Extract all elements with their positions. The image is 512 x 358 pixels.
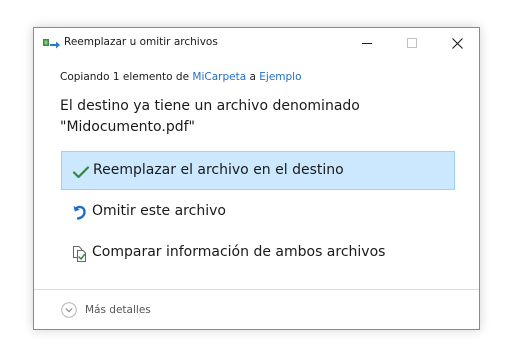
copy-status-prefix: Copiando 1 elemento de — [60, 71, 193, 83]
more-details-label: Más detalles — [85, 304, 151, 316]
replace-skip-dialog: Reemplazar u omitir archivos Copiando 1 … — [33, 27, 480, 330]
conflict-message: El destino ya tiene un archivo denominad… — [60, 96, 460, 138]
compare-files-icon — [73, 246, 86, 262]
conflict-message-line1: El destino ya tiene un archivo denominad… — [60, 98, 360, 114]
chevron-down-icon — [61, 302, 77, 318]
conflict-filename: "Midocumento.pdf" — [60, 119, 195, 135]
compare-files-label: Comparar información de ambos archivos — [92, 244, 386, 260]
close-icon — [451, 37, 463, 49]
skip-file-option[interactable]: Omitir este archivo — [61, 193, 455, 232]
maximize-icon — [407, 38, 417, 48]
destination-folder-link[interactable]: Ejemplo — [259, 71, 301, 83]
source-folder-link[interactable]: MiCarpeta — [192, 71, 246, 83]
minimize-icon — [362, 43, 372, 44]
replace-file-label: Reemplazar el archivo en el destino — [93, 162, 344, 178]
minimize-button[interactable] — [344, 28, 390, 58]
footer-divider — [34, 289, 479, 290]
maximize-button[interactable] — [389, 28, 435, 58]
compare-files-option[interactable]: Comparar información de ambos archivos — [61, 234, 455, 273]
replace-file-option[interactable]: Reemplazar el archivo en el destino — [61, 151, 455, 190]
title-bar[interactable]: Reemplazar u omitir archivos — [34, 28, 479, 58]
more-details-button[interactable]: Más detalles — [61, 300, 151, 320]
checkmark-icon — [72, 166, 90, 179]
skip-file-label: Omitir este archivo — [92, 203, 226, 219]
copy-status: Copiando 1 elemento de MiCarpeta a Ejemp… — [60, 71, 302, 83]
file-move-icon — [43, 39, 60, 49]
copy-status-connector: a — [246, 71, 260, 83]
close-button[interactable] — [434, 28, 480, 58]
skip-arrow-icon — [73, 205, 86, 220]
window-title: Reemplazar u omitir archivos — [64, 36, 218, 48]
